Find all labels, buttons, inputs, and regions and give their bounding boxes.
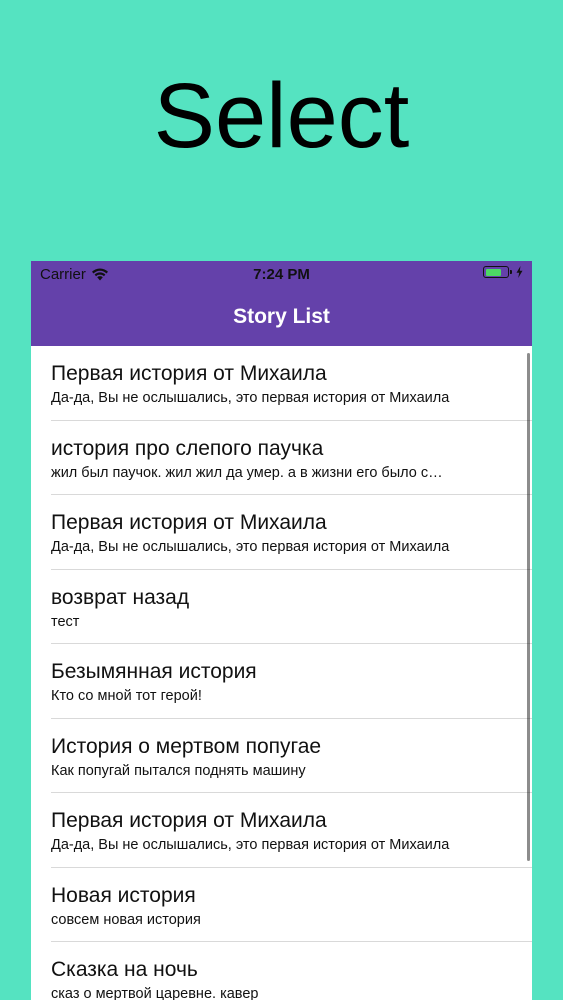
story-title: возврат назад xyxy=(51,585,190,609)
list-item[interactable]: Первая история от Михаила Да-да, Вы не ос… xyxy=(31,793,532,868)
list-item[interactable]: Безымянная история Кто со мной тот герой! xyxy=(31,644,532,719)
battery-group xyxy=(483,266,523,278)
story-title: Первая история от Михаила xyxy=(51,511,327,534)
story-list[interactable]: Первая история от Михаила Да-да, Вы не ос… xyxy=(31,346,532,1000)
nav-title: Story List xyxy=(233,304,330,328)
app-store-screenshot: Select Carrier 7:24 PM Story List Первая… xyxy=(0,0,563,1000)
story-title: Новая история xyxy=(51,883,196,907)
list-item[interactable]: Первая история от Михаила Да-да, Вы не ос… xyxy=(31,346,532,421)
story-subtitle: Как попугай пытался поднять машину xyxy=(51,762,306,779)
story-subtitle: сказ о мертвой царевне. кавер xyxy=(51,986,259,1000)
battery-level xyxy=(485,268,501,276)
story-subtitle: жил был паучок. жил жил да умер. а в жиз… xyxy=(51,464,443,481)
headline: Select xyxy=(153,65,410,167)
story-title: Первая история от Михаила xyxy=(51,362,327,385)
story-title: история про слепого паучка xyxy=(51,436,324,460)
story-subtitle: тест xyxy=(51,613,80,630)
story-title: Первая история от Михаила xyxy=(51,809,327,832)
list-item[interactable]: История о мертвом попугае Как попугай пыт… xyxy=(31,719,532,794)
story-title: Безымянная история xyxy=(51,660,257,683)
story-title: История о мертвом попугае xyxy=(51,734,322,758)
status-time: 7:24 PM xyxy=(253,266,310,283)
story-subtitle: Да-да, Вы не ослышались, это первая исто… xyxy=(51,539,450,555)
list-item[interactable]: история про слепого паучка жил был паучок… xyxy=(31,421,532,496)
story-title: Сказка на ночь xyxy=(51,958,198,981)
story-subtitle: Да-да, Вы не ослышались, это первая исто… xyxy=(51,390,450,406)
bolt-icon xyxy=(516,266,523,278)
list-item[interactable]: возврат назад тест xyxy=(31,570,532,645)
status-bar: Carrier 7:24 PM xyxy=(31,261,532,287)
list-item[interactable]: Первая история от Михаила Да-да, Вы не ос… xyxy=(31,495,532,570)
battery-icon xyxy=(483,266,512,278)
story-subtitle: Кто со мной тот герой! xyxy=(51,688,202,704)
list-item[interactable]: Сказка на ночь сказ о мертвой царевне. ка… xyxy=(31,942,532,1000)
story-subtitle: совсем новая история xyxy=(51,911,201,928)
scrollbar[interactable] xyxy=(527,353,530,861)
phone-screen: Carrier 7:24 PM Story List Первая истори… xyxy=(31,261,532,1000)
story-subtitle: Да-да, Вы не ослышались, это первая исто… xyxy=(51,837,450,853)
list-item[interactable]: Новая история совсем новая история xyxy=(31,868,532,943)
navigation-bar: Story List xyxy=(31,287,532,346)
